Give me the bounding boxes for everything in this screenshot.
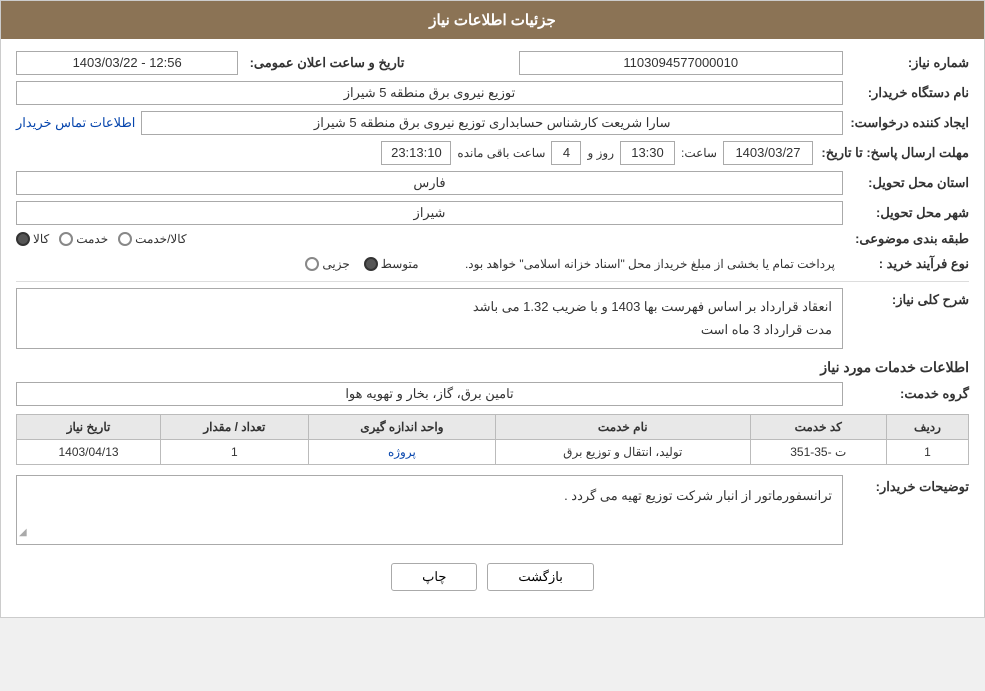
purchase-option-jozi[interactable]: جزیی — [305, 257, 349, 271]
purchase-type-label: نوع فرآیند خرید : — [849, 256, 969, 272]
service-group-value: تامین برق، گاز، بخار و تهویه هوا — [16, 382, 843, 406]
deadline-remaining-value: 23:13:10 — [381, 141, 451, 165]
category-radio-kala[interactable] — [16, 232, 30, 246]
category-radio-group: کالا/خدمت خدمت کالا — [16, 232, 843, 246]
button-row: بازگشت چاپ — [16, 563, 969, 591]
contact-link[interactable]: اطلاعات تماس خریدار — [16, 115, 135, 131]
need-desc-box: انعقاد قرارداد بر اساس فهرست بها 1403 و … — [16, 288, 843, 349]
content-area: شماره نیاز: 1103094577000010 تاریخ و ساع… — [1, 39, 984, 617]
service-group-label: گروه خدمت: — [849, 386, 969, 402]
cell-service-code: ت -35-351 — [750, 439, 886, 464]
announce-datetime-value: 1403/03/22 - 12:56 — [16, 51, 238, 75]
service-group-row: گروه خدمت: تامین برق، گاز، بخار و تهویه … — [16, 382, 969, 406]
buyer-org-label: نام دستگاه خریدار: — [849, 85, 969, 101]
need-desc-label: شرح کلی نیاز: — [849, 292, 969, 308]
buyer-org-row: نام دستگاه خریدار: توزیع نیروی برق منطقه… — [16, 81, 969, 105]
payment-text: پرداخت تمام یا بخشی از مبلغ خریداز محل "… — [425, 253, 844, 275]
deadline-days-label: روز و — [587, 146, 614, 160]
cell-quantity: 1 — [161, 439, 309, 464]
buyer-notes-text: ترانسفورماتور از انبار شرکت توزیع تهیه م… — [564, 488, 832, 503]
page-header: جزئیات اطلاعات نیاز — [1, 1, 984, 39]
page-title: جزئیات اطلاعات نیاز — [429, 12, 556, 29]
requester-row: ایجاد کننده درخواست: سارا شریعت کارشناس … — [16, 111, 969, 135]
page-wrapper: جزئیات اطلاعات نیاز شماره نیاز: 11030945… — [0, 0, 985, 618]
deadline-row: مهلت ارسال پاسخ: تا تاریخ: 1403/03/27 سا… — [16, 141, 969, 165]
purchase-radio-group: متوسط جزیی — [16, 257, 419, 271]
deadline-time-label: ساعت: — [681, 146, 717, 160]
deadline-days-value: 4 — [551, 141, 581, 165]
need-number-value: 1103094577000010 — [519, 51, 844, 75]
category-radio-khadamat[interactable] — [59, 232, 73, 246]
col-header-service-code: کد خدمت — [750, 414, 886, 439]
purchase-radio-motavasset[interactable] — [364, 257, 378, 271]
cell-service-name: تولید، انتقال و توزیع برق — [496, 439, 750, 464]
deadline-remaining-label: ساعت باقی مانده — [457, 146, 545, 160]
cell-row-num: 1 — [886, 439, 968, 464]
announce-datetime-label: تاریخ و ساعت اعلان عمومی: — [244, 55, 404, 71]
requester-content: سارا شریعت کارشناس حسابداری توزیع نیروی … — [16, 111, 843, 135]
service-info-title: اطلاعات خدمات مورد نیاز — [16, 359, 969, 376]
back-button[interactable]: بازگشت — [487, 563, 593, 591]
category-option-kala[interactable]: کالا — [16, 232, 49, 246]
requester-label: ایجاد کننده درخواست: — [849, 115, 969, 131]
city-row: شهر محل تحویل: شیراز — [16, 201, 969, 225]
need-number-row: شماره نیاز: 1103094577000010 تاریخ و ساع… — [16, 51, 969, 75]
province-label: استان محل تحویل: — [849, 175, 969, 191]
category-option-kala-khadamat[interactable]: کالا/خدمت — [118, 232, 186, 246]
deadline-label: مهلت ارسال پاسخ: تا تاریخ: — [819, 145, 969, 161]
need-desc-line2: مدت قرارداد 3 ماه است — [27, 318, 832, 341]
buyer-notes-label: توضیحات خریدار: — [849, 479, 969, 495]
deadline-time-value: 13:30 — [620, 141, 675, 165]
table-row: 1 ت -35-351 تولید، انتقال و توزیع برق پر… — [17, 439, 969, 464]
city-value: شیراز — [16, 201, 843, 225]
category-radio-kala-khadamat[interactable] — [118, 232, 132, 246]
category-option-khadamat[interactable]: خدمت — [59, 232, 108, 246]
buyer-notes-row: توضیحات خریدار: ترانسفورماتور از انبار ش… — [16, 475, 969, 545]
buyer-notes-box: ترانسفورماتور از انبار شرکت توزیع تهیه م… — [16, 475, 843, 545]
purchase-option-motavasset[interactable]: متوسط — [364, 257, 419, 271]
buyer-org-value: توزیع نیروی برق منطقه 5 شیراز — [16, 81, 843, 105]
services-table: ردیف کد خدمت نام خدمت واحد اندازه گیری ت… — [16, 414, 969, 465]
col-header-row-num: ردیف — [886, 414, 968, 439]
col-header-date: تاریخ نیاز — [17, 414, 161, 439]
table-header-row: ردیف کد خدمت نام خدمت واحد اندازه گیری ت… — [17, 414, 969, 439]
category-label: طبقه بندی موضوعی: — [849, 231, 969, 247]
requester-value: سارا شریعت کارشناس حسابداری توزیع نیروی … — [141, 111, 843, 135]
col-header-service-name: نام خدمت — [496, 414, 750, 439]
col-header-unit: واحد اندازه گیری — [308, 414, 495, 439]
cell-unit: پروژه — [308, 439, 495, 464]
need-number-label: شماره نیاز: — [849, 55, 969, 71]
purchase-radio-jozi[interactable] — [305, 257, 319, 271]
need-desc-line1: انعقاد قرارداد بر اساس فهرست بها 1403 و … — [27, 295, 832, 318]
deadline-time-row: 1403/03/27 ساعت: 13:30 روز و 4 ساعت باقی… — [16, 141, 813, 165]
print-button[interactable]: چاپ — [391, 563, 477, 591]
province-value: فارس — [16, 171, 843, 195]
purchase-type-row: نوع فرآیند خرید : پرداخت تمام یا بخشی از… — [16, 253, 969, 275]
deadline-date-value: 1403/03/27 — [723, 141, 813, 165]
col-header-quantity: تعداد / مقدار — [161, 414, 309, 439]
province-row: استان محل تحویل: فارس — [16, 171, 969, 195]
cell-date: 1403/04/13 — [17, 439, 161, 464]
resize-icon: ◢ — [19, 524, 27, 542]
city-label: شهر محل تحویل: — [849, 205, 969, 221]
need-desc-row: شرح کلی نیاز: انعقاد قرارداد بر اساس فهر… — [16, 288, 969, 349]
category-row: طبقه بندی موضوعی: کالا/خدمت خدمت کالا — [16, 231, 969, 247]
